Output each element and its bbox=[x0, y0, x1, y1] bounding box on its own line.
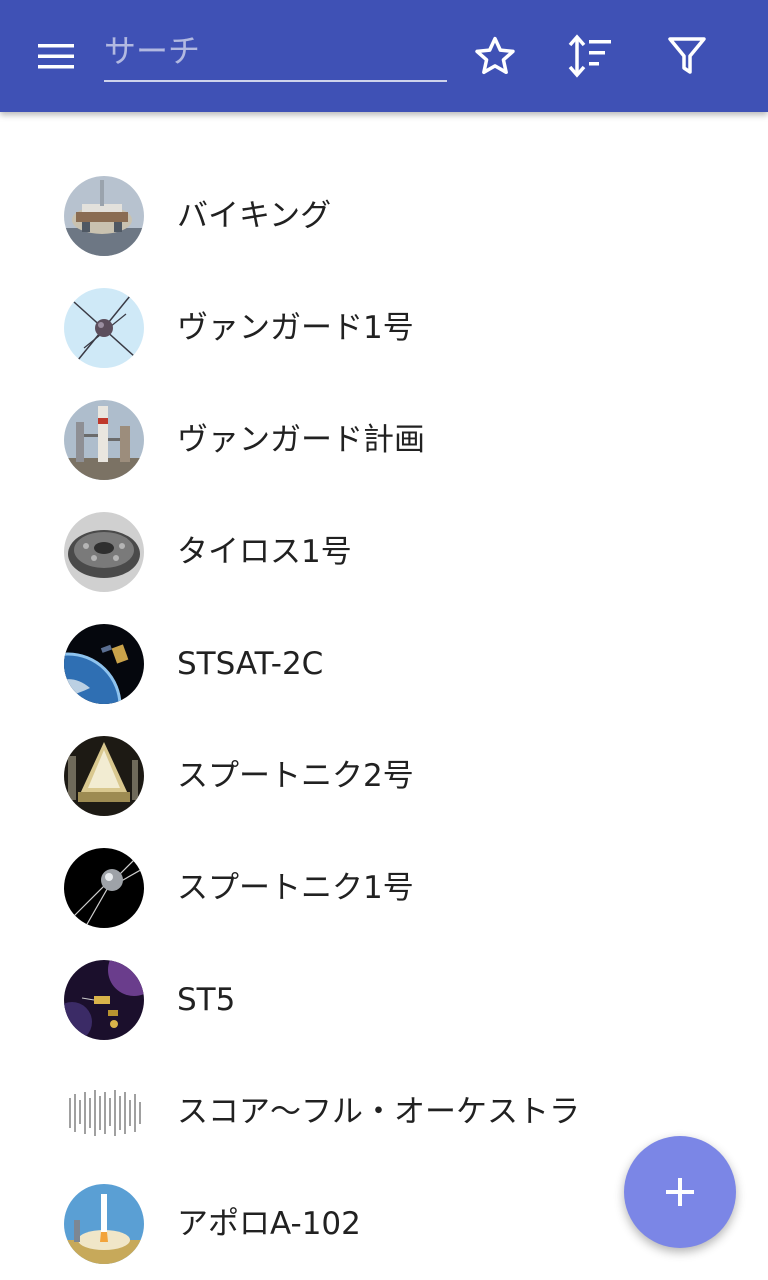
thumbnail-image bbox=[64, 848, 144, 928]
item-label: スコア〜フル・オーケストラ bbox=[177, 1094, 580, 1130]
item-label: ST5 bbox=[177, 982, 236, 1018]
thumbnail-image bbox=[64, 960, 144, 1040]
item-label: ヴァンガード計画 bbox=[177, 422, 425, 458]
favorites-button[interactable] bbox=[467, 28, 523, 84]
thumbnail-image bbox=[64, 288, 144, 368]
thumbnail-image bbox=[64, 1072, 144, 1152]
add-button[interactable] bbox=[624, 1136, 736, 1248]
filter-icon bbox=[668, 37, 706, 74]
sort-button[interactable] bbox=[563, 28, 619, 84]
item-label: バイキング bbox=[177, 198, 332, 234]
item-label: タイロス1号 bbox=[177, 534, 352, 570]
item-label: STSAT-2C bbox=[177, 646, 324, 682]
plus-icon bbox=[666, 1178, 694, 1206]
thumbnail-image bbox=[64, 400, 144, 480]
list-item[interactable]: スプートニク1号 bbox=[0, 832, 768, 944]
list-item[interactable]: STSAT-2C bbox=[0, 608, 768, 720]
list-item[interactable]: バイキング bbox=[0, 160, 768, 272]
search-field[interactable] bbox=[104, 22, 447, 82]
item-label: スプートニク1号 bbox=[177, 870, 414, 906]
item-list: バイキング ヴァンガード1号 ヴァンガード計画 タイロス1号 STSAT-2C … bbox=[0, 160, 768, 1280]
thumbnail-image bbox=[64, 176, 144, 256]
thumbnail-image bbox=[64, 512, 144, 592]
list-item[interactable]: スプートニク2号 bbox=[0, 720, 768, 832]
item-label: ヴァンガード1号 bbox=[177, 310, 414, 346]
star-outline-icon bbox=[475, 36, 515, 75]
list-item[interactable]: ヴァンガード計画 bbox=[0, 384, 768, 496]
menu-icon bbox=[38, 44, 74, 69]
thumbnail-image bbox=[64, 624, 144, 704]
item-label: スプートニク2号 bbox=[177, 758, 414, 794]
app-bar bbox=[0, 0, 768, 112]
list-item[interactable]: タイロス1号 bbox=[0, 496, 768, 608]
menu-button[interactable] bbox=[28, 28, 84, 84]
thumbnail-image bbox=[64, 1184, 144, 1264]
item-label: アポロA-102 bbox=[177, 1206, 361, 1242]
sort-icon bbox=[568, 34, 611, 78]
thumbnail-image bbox=[64, 736, 144, 816]
list-item[interactable]: ヴァンガード1号 bbox=[0, 272, 768, 384]
search-input[interactable] bbox=[104, 22, 447, 80]
filter-button[interactable] bbox=[659, 28, 715, 84]
list-item[interactable]: ST5 bbox=[0, 944, 768, 1056]
